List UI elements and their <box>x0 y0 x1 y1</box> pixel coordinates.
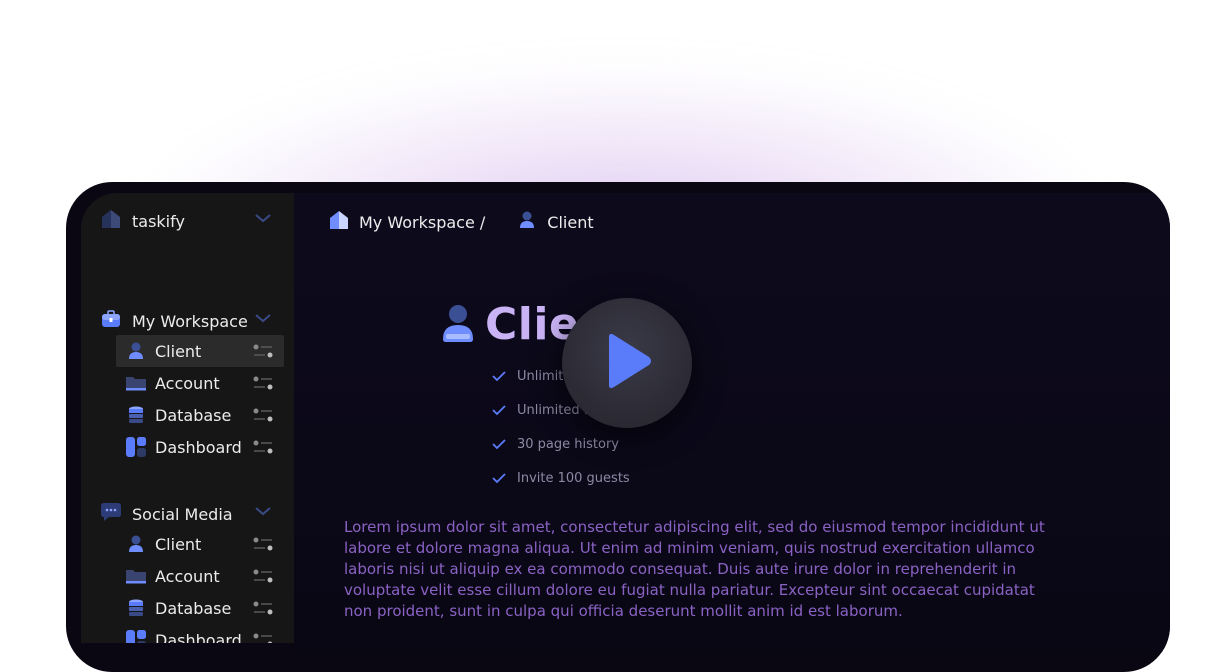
main-content: My Workspace / Client Clie Unlimite Unli… <box>294 193 1170 653</box>
settings-toggle-icon[interactable] <box>252 439 274 459</box>
sidebar-item-label: Database <box>155 598 232 618</box>
user-icon <box>518 210 536 234</box>
user-icon <box>125 533 147 555</box>
settings-toggle-icon[interactable] <box>252 375 274 395</box>
chat-icon <box>100 501 122 527</box>
check-icon <box>491 401 507 420</box>
section-my-workspace[interactable]: My Workspace <box>100 308 248 334</box>
play-button[interactable] <box>562 298 692 428</box>
sidebar-item-dashboard[interactable]: Dashboard <box>116 431 284 463</box>
breadcrumb-current: Client <box>547 212 594 232</box>
settings-toggle-icon[interactable] <box>252 536 274 556</box>
sidebar-item-client[interactable]: Client <box>116 528 284 560</box>
description-text: Lorem ipsum dolor sit amet, consectetur … <box>344 518 1045 620</box>
database-icon <box>125 404 147 426</box>
play-icon <box>599 331 655 395</box>
settings-toggle-icon[interactable] <box>252 600 274 620</box>
settings-toggle-icon[interactable] <box>252 407 274 427</box>
chevron-down-icon[interactable] <box>254 212 272 224</box>
folder-icon <box>125 372 147 394</box>
house-icon <box>100 208 122 234</box>
sidebar-item-database[interactable]: Database <box>116 399 284 431</box>
workspace-logo-icon <box>328 209 350 235</box>
folder-icon <box>125 565 147 587</box>
check-icon <box>491 367 507 386</box>
sidebar: taskify My Workspace Client Account Data… <box>81 193 294 643</box>
sidebar-item-database[interactable]: Database <box>116 592 284 624</box>
brand-switcher[interactable]: taskify <box>100 208 185 234</box>
chevron-down-icon[interactable] <box>254 505 272 517</box>
sidebar-item-label: Database <box>155 405 232 425</box>
section-title: Social Media <box>132 504 233 524</box>
sidebar-item-account[interactable]: Account <box>116 560 284 592</box>
database-icon <box>125 597 147 619</box>
feature-label: 30 page history <box>517 437 619 452</box>
feature-label: Invite 100 guests <box>517 471 630 486</box>
app-window: taskify My Workspace Client Account Data… <box>66 182 1170 672</box>
feature-item: Invite 100 guests <box>491 469 630 488</box>
dashboard-icon <box>125 436 147 458</box>
chevron-down-icon[interactable] <box>254 312 272 324</box>
sidebar-item-label: Dashboard <box>155 437 242 457</box>
breadcrumb: My Workspace / Client <box>328 209 594 235</box>
settings-toggle-icon[interactable] <box>252 632 274 643</box>
check-icon <box>491 435 507 454</box>
brand-name: taskify <box>132 211 185 231</box>
check-icon <box>491 469 507 488</box>
settings-toggle-icon[interactable] <box>252 343 274 363</box>
sidebar-item-dashboard[interactable]: Dashboard <box>116 624 284 643</box>
user-icon <box>441 303 475 347</box>
settings-toggle-icon[interactable] <box>252 568 274 588</box>
sidebar-item-label: Account <box>155 373 220 393</box>
feature-item: Unlimite <box>491 367 571 386</box>
section-title: My Workspace <box>132 311 248 331</box>
sidebar-item-label: Account <box>155 566 220 586</box>
dashboard-icon <box>125 629 147 643</box>
sidebar-item-label: Client <box>155 341 202 361</box>
sidebar-item-label: Client <box>155 534 202 554</box>
sidebar-item-label: Dashboard <box>155 630 242 644</box>
page-header: Clie <box>441 299 579 350</box>
feature-item: 30 page history <box>491 435 619 454</box>
sidebar-item-account[interactable]: Account <box>116 367 284 399</box>
sidebar-item-client[interactable]: Client <box>116 335 284 367</box>
user-icon <box>125 340 147 362</box>
briefcase-icon <box>100 308 122 334</box>
section-social-media[interactable]: Social Media <box>100 501 233 527</box>
breadcrumb-workspace[interactable]: My Workspace / <box>359 213 485 232</box>
